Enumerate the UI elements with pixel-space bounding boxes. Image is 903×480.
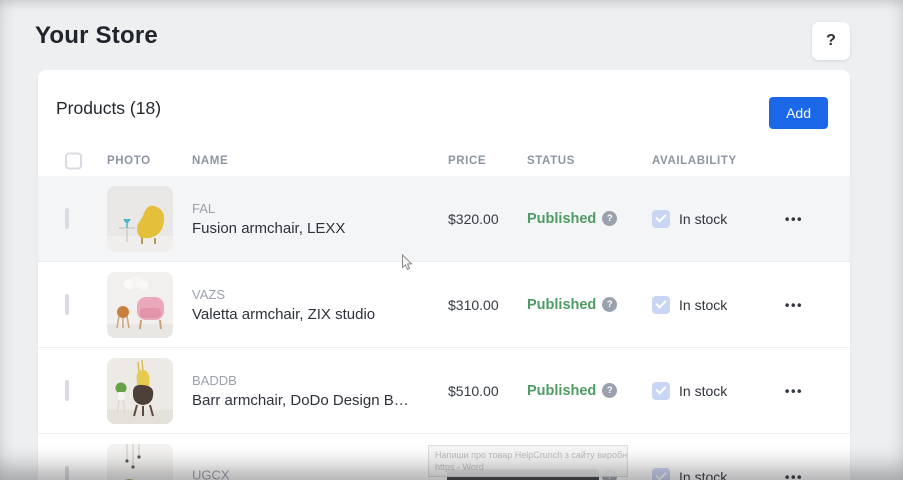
product-availability: In stock [652,210,727,228]
row-checkbox[interactable] [65,208,69,229]
product-status: Published ? [527,297,617,313]
table-row[interactable]: BADDB Barr armchair, DoDo Design B… $510… [38,348,850,434]
in-stock-label: In stock [679,383,727,399]
product-availability: In stock [652,468,727,480]
product-name: Fusion armchair, LEXX [192,220,442,237]
help-button[interactable]: ? [812,22,850,60]
row-menu-button[interactable]: ••• [779,297,809,312]
status-help-icon[interactable]: ? [602,211,617,226]
tooltip-line-2: https - Word [435,461,621,473]
product-availability: In stock [652,382,727,400]
column-header-photo: PHOTO [107,155,151,167]
row-menu-button[interactable]: ••• [779,211,809,226]
status-help-icon[interactable]: ? [602,297,617,312]
row-menu-button[interactable]: ••• [779,469,809,480]
brown-armchair-photo [107,358,173,424]
products-panel: Products (18) Add PHOTO NAME PRICE STATU… [38,70,850,480]
product-price: $510.00 [448,383,499,399]
product-name: Valetta armchair, ZIX studio [192,306,442,323]
product-price: $320.00 [448,211,499,227]
product-status: Published ? [527,211,617,227]
column-header-price: PRICE [448,155,486,167]
row-menu-button[interactable]: ••• [779,383,809,398]
page-title: Your Store [35,22,158,50]
select-all-checkbox[interactable] [65,152,82,169]
status-published-label: Published [527,383,596,399]
product-name-block: UGCX [192,467,442,480]
in-stock-label: In stock [679,297,727,313]
table-row[interactable]: FAL Fusion armchair, LEXX $320.00 Publis… [38,176,850,262]
question-mark-icon: ? [826,32,836,50]
product-name-block: VAZS Valetta armchair, ZIX studio [192,287,442,323]
in-stock-checkbox[interactable] [652,210,670,228]
row-checkbox[interactable] [65,380,69,401]
column-header-name: NAME [192,155,228,167]
status-published-label: Published [527,297,596,313]
product-name-block: BADDB Barr armchair, DoDo Design B… [192,373,442,409]
add-button[interactable]: Add [769,97,828,129]
product-price: $310.00 [448,297,499,313]
table-body: FAL Fusion armchair, LEXX $320.00 Publis… [38,176,850,480]
product-name-block: FAL Fusion armchair, LEXX [192,201,442,237]
in-stock-checkbox[interactable] [652,296,670,314]
table-row[interactable]: VAZS Valetta armchair, ZIX studio $310.0… [38,262,850,348]
product-sku: VAZS [192,287,442,302]
column-header-status: STATUS [527,155,575,167]
taskbar-tooltip: Напиши про товар HelpCrunch з сайту виро… [428,445,628,477]
product-status: Published ? [527,383,617,399]
product-name: Barr armchair, DoDo Design B… [192,392,442,409]
product-availability: In stock [652,296,727,314]
product-sku: UGCX [192,467,442,480]
in-stock-label: In stock [679,211,727,227]
row-checkbox[interactable] [65,466,69,480]
yellow-armchair-photo [107,186,173,252]
in-stock-label: In stock [679,469,727,480]
status-help-icon[interactable]: ? [602,383,617,398]
in-stock-checkbox[interactable] [652,382,670,400]
panel-heading: Products (18) [56,98,161,119]
product-sku: FAL [192,201,442,216]
tooltip-line-1: Напиши про товар HelpCrunch з сайту виро… [435,449,621,461]
table-header: PHOTO NAME PRICE STATUS AVAILABILITY [38,145,850,176]
green-chair-photo [107,444,173,480]
status-published-label: Published [527,211,596,227]
in-stock-checkbox[interactable] [652,468,670,480]
page-background: { "window": { "title": "Your Store", "he… [0,0,903,480]
column-header-availability: AVAILABILITY [652,155,737,167]
pink-armchair-photo [107,272,173,338]
row-checkbox[interactable] [65,294,69,315]
product-sku: BADDB [192,373,442,388]
